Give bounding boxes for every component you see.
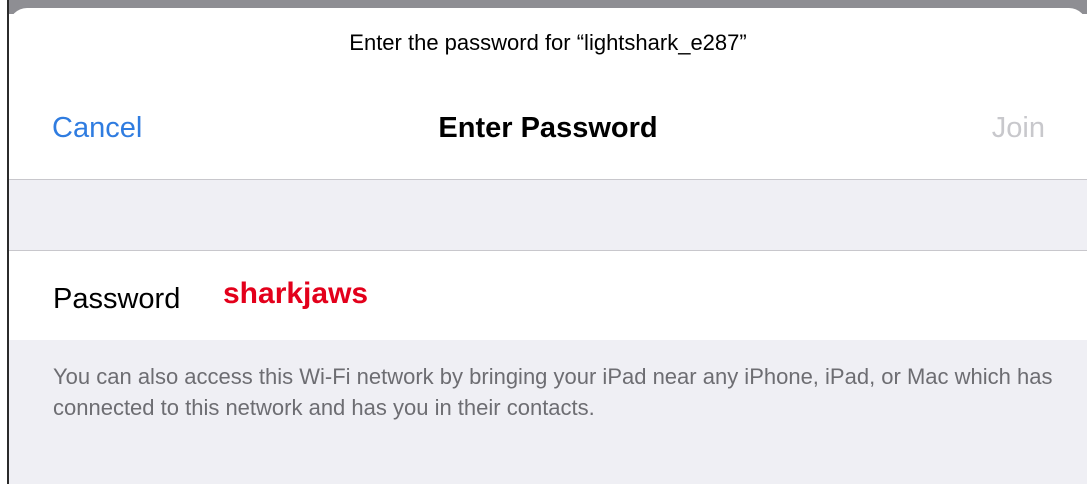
password-row[interactable]: Password sharkjaws [9, 250, 1087, 341]
password-field[interactable]: sharkjaws [223, 277, 823, 311]
navigation-bar: Cancel Enter Password Join [9, 104, 1087, 154]
group-spacer [9, 180, 1087, 250]
network-prompt: Enter the password for “lightshark_e287” [349, 30, 747, 55]
footer: You can also access this Wi-Fi network b… [9, 340, 1087, 484]
backdrop-edge [0, 0, 9, 484]
password-label: Password [53, 283, 181, 315]
screen: Enter the password for “lightshark_e287”… [0, 0, 1087, 484]
password-sheet: Enter the password for “lightshark_e287”… [9, 8, 1087, 484]
nav-title: Enter Password [438, 112, 658, 144]
footer-hint-text: You can also access this Wi-Fi network b… [53, 364, 1053, 420]
join-button[interactable]: Join [992, 112, 1045, 145]
